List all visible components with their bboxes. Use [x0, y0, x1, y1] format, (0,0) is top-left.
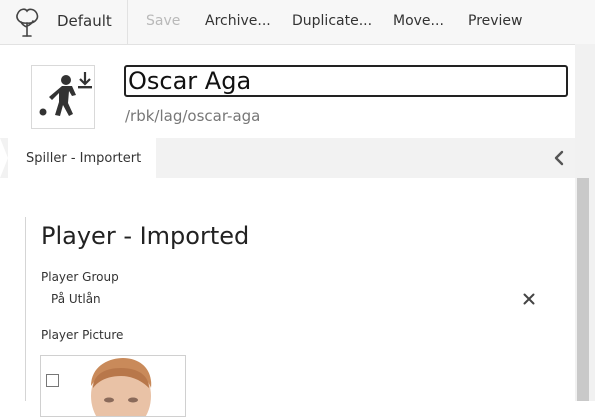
archive-button[interactable]: Archive... [205, 13, 271, 29]
title-input[interactable] [124, 65, 568, 97]
player-picture-label: Player Picture [41, 328, 124, 342]
save-button[interactable]: Save [146, 13, 180, 29]
section-border [25, 217, 26, 401]
preview-button[interactable]: Preview [468, 13, 523, 29]
site-name[interactable]: Default [57, 12, 112, 30]
player-group-value[interactable]: På Utlån [51, 292, 101, 306]
toolbar-divider [127, 0, 128, 44]
document-path: /rbk/lag/oscar-aga [125, 107, 261, 125]
picture-select-checkbox[interactable] [46, 374, 59, 387]
tab-label[interactable]: Spiller - Importert [26, 151, 141, 166]
player-photo [91, 358, 152, 416]
chevron-left-icon[interactable] [551, 148, 567, 168]
player-import-icon [31, 65, 95, 129]
duplicate-button[interactable]: Duplicate... [292, 13, 372, 29]
close-icon[interactable] [521, 291, 537, 307]
tab-notch [0, 138, 8, 178]
player-picture-item[interactable] [40, 355, 186, 417]
scrollbar-thumb[interactable] [577, 178, 589, 401]
move-button[interactable]: Move... [393, 13, 444, 29]
tree-logo-icon[interactable] [8, 4, 46, 40]
player-group-label: Player Group [41, 270, 119, 284]
section-heading: Player - Imported [41, 222, 250, 250]
top-toolbar: Default Save Archive... Duplicate... Mov… [0, 0, 595, 45]
